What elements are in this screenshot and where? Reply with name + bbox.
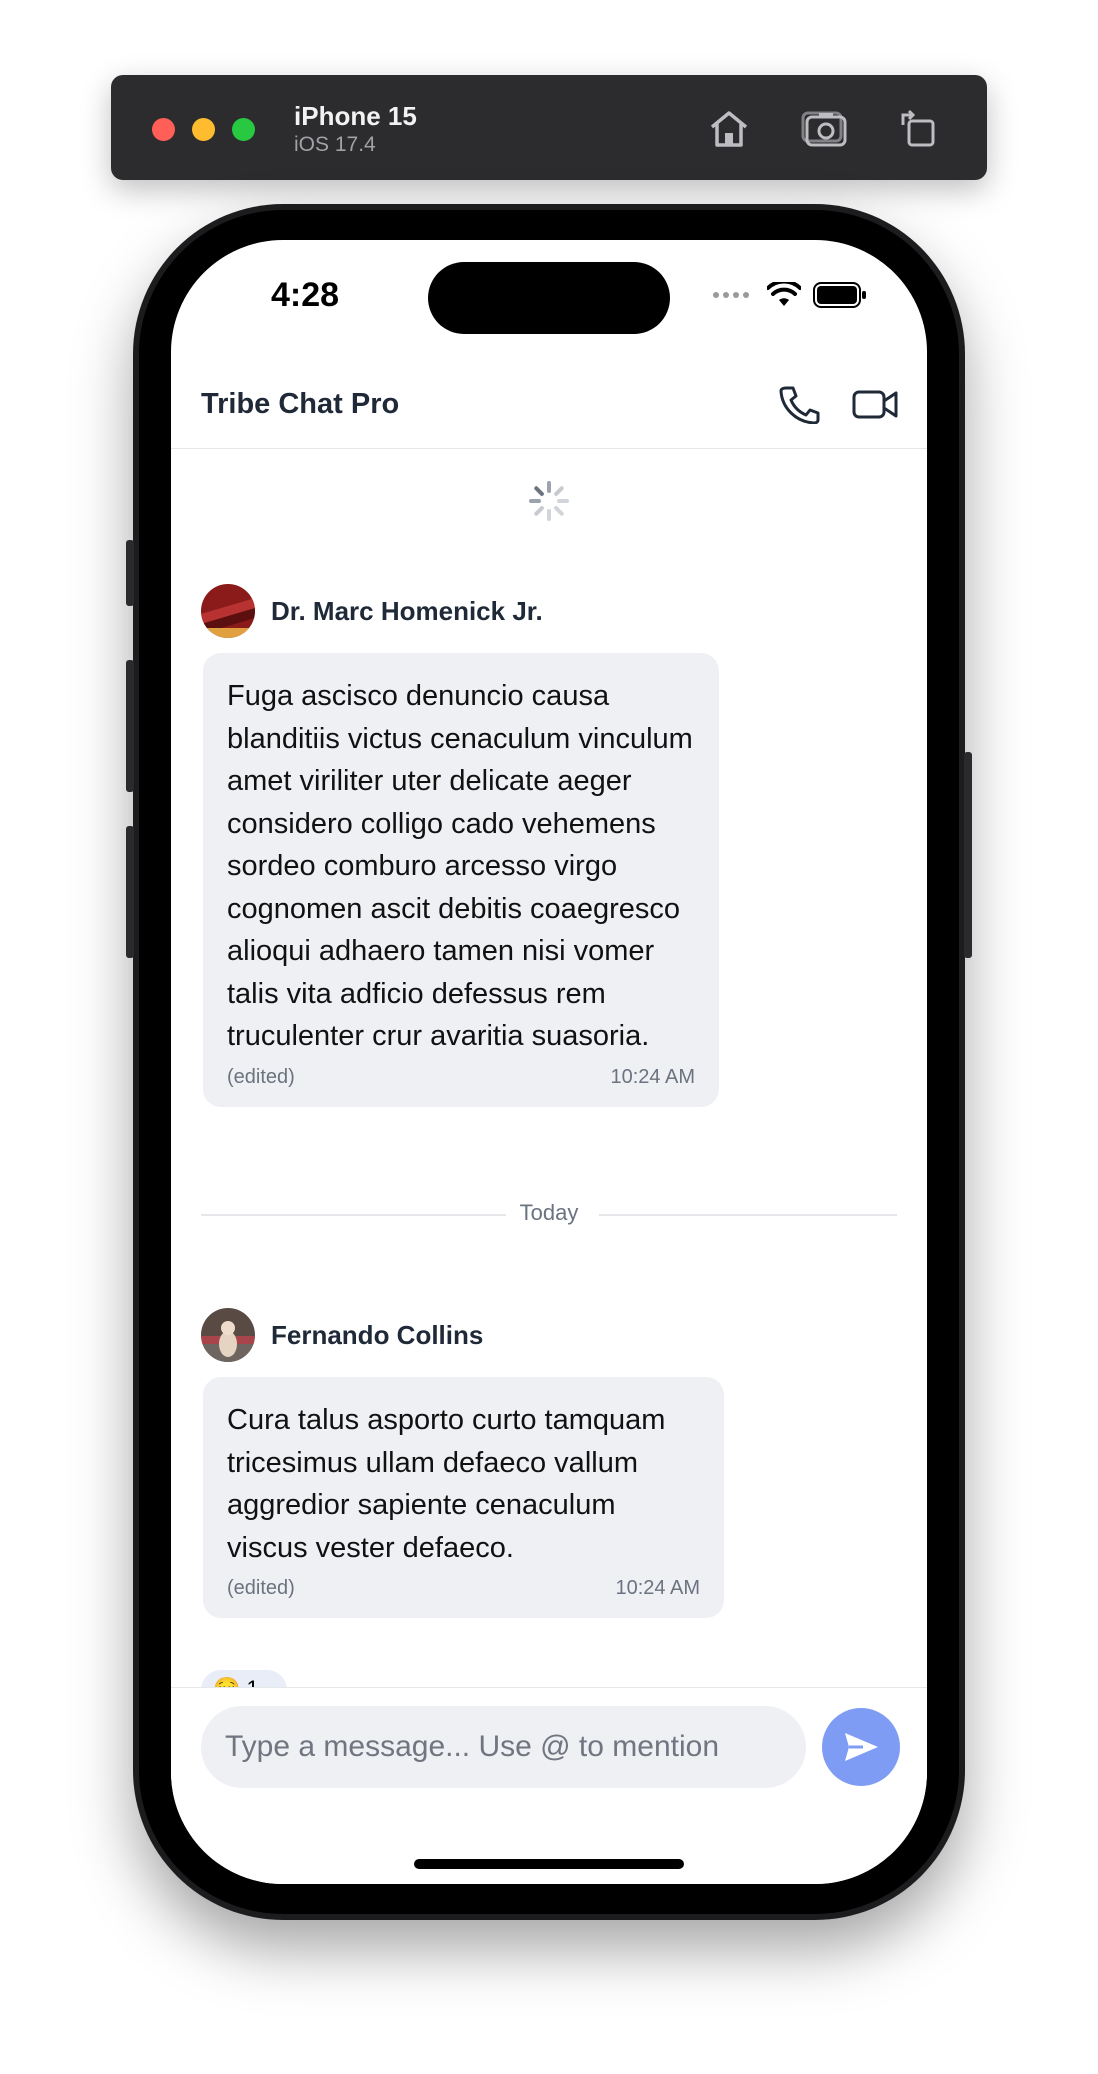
edited-label: (edited)	[227, 1065, 295, 1088]
power-button	[964, 752, 972, 958]
rotate-icon[interactable]	[895, 105, 945, 151]
message-timestamp: 10:24 AM	[610, 1065, 695, 1088]
status-time: 4:28	[271, 276, 340, 314]
message-text: Fuga ascisco denuncio causa blanditiis v…	[227, 680, 693, 1052]
loading-spinner-icon	[529, 481, 569, 521]
action-button	[126, 540, 134, 606]
date-divider-label: Today	[505, 1200, 593, 1225]
phone-icon[interactable]	[776, 384, 822, 425]
simulator-toolbar: iPhone 15 iOS 17.4	[111, 75, 987, 180]
message-bubble[interactable]: Fuga ascisco denuncio causa blanditiis v…	[203, 653, 719, 1107]
status-indicators	[713, 282, 867, 308]
screenshot-icon[interactable]	[801, 105, 851, 151]
author-name: Fernando Collins	[271, 1319, 484, 1350]
message-input[interactable]	[201, 1706, 806, 1788]
close-window-button[interactable]	[152, 118, 175, 141]
zoom-window-button[interactable]	[232, 118, 255, 141]
message-composer	[171, 1687, 927, 1884]
phone-screen: 4:28 Tribe Chat Pro Dr. Marc Homenick Jr…	[171, 240, 927, 1884]
avatar[interactable]	[201, 584, 255, 638]
battery-icon	[813, 282, 866, 308]
home-indicator[interactable]	[414, 1859, 684, 1869]
edited-label: (edited)	[227, 1577, 295, 1599]
minimize-window-button[interactable]	[192, 118, 215, 141]
chat-header: Tribe Chat Pro	[171, 360, 927, 449]
send-button[interactable]	[822, 1708, 900, 1786]
message-author-row: Fernando Collins	[201, 1308, 483, 1362]
home-icon[interactable]	[704, 105, 754, 151]
message-bubble[interactable]: Cura talus asporto curto tamquam tricesi…	[203, 1377, 724, 1618]
dynamic-island	[428, 262, 670, 334]
date-divider: Today	[201, 1200, 897, 1230]
volume-down-button	[126, 826, 134, 958]
message-text: Cura talus asporto curto tamquam tricesi…	[227, 1404, 666, 1564]
message-timestamp: 10:24 AM	[615, 1577, 700, 1599]
message-author-row: Dr. Marc Homenick Jr.	[201, 584, 543, 638]
os-version: iOS 17.4	[294, 133, 376, 156]
chat-title: Tribe Chat Pro	[201, 388, 400, 420]
author-name: Dr. Marc Homenick Jr.	[271, 595, 543, 626]
send-icon	[845, 1733, 878, 1761]
wifi-icon	[767, 282, 801, 306]
volume-up-button	[126, 660, 134, 792]
video-icon[interactable]	[852, 384, 898, 424]
avatar[interactable]	[201, 1308, 255, 1362]
cellular-signal-icon	[713, 292, 749, 298]
device-name: iPhone 15	[294, 101, 417, 131]
